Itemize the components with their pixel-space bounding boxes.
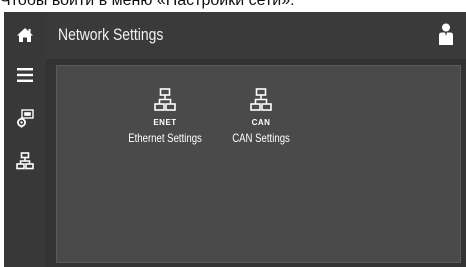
ethernet-sub-label: ENET — [153, 118, 177, 127]
app-window: Network Settings ENET Ethernet Settings — [4, 12, 466, 267]
device-settings-icon — [17, 109, 34, 128]
ethernet-settings-tile[interactable]: ENET Ethernet Settings — [117, 88, 213, 154]
caption-text: Чтобы войти в меню «Настройки сети»: — [0, 0, 295, 9]
page-caption: Чтобы войти в меню «Настройки сети»: — [0, 0, 466, 12]
user-button[interactable] — [436, 23, 456, 47]
can-settings-tile[interactable]: CAN CAN Settings — [213, 88, 309, 154]
device-settings-button[interactable] — [4, 106, 46, 132]
can-sub-label: CAN — [251, 118, 271, 127]
header-bar: Network Settings — [46, 12, 466, 59]
ethernet-settings-label: Ethernet Settings — [128, 131, 202, 145]
can-settings-label: CAN Settings — [232, 131, 290, 145]
home-icon — [17, 28, 33, 42]
network-button[interactable] — [4, 148, 46, 174]
sidebar — [4, 12, 46, 267]
page-title: Network Settings — [58, 25, 164, 44]
menu-icon — [17, 68, 33, 82]
user-icon — [439, 23, 453, 45]
ethernet-network-icon — [154, 88, 176, 111]
menu-button[interactable] — [4, 64, 46, 86]
network-icon — [16, 152, 34, 170]
settings-panel: ENET Ethernet Settings CAN CAN Settings — [56, 65, 461, 263]
home-button[interactable] — [4, 22, 46, 48]
can-network-icon — [250, 88, 272, 111]
